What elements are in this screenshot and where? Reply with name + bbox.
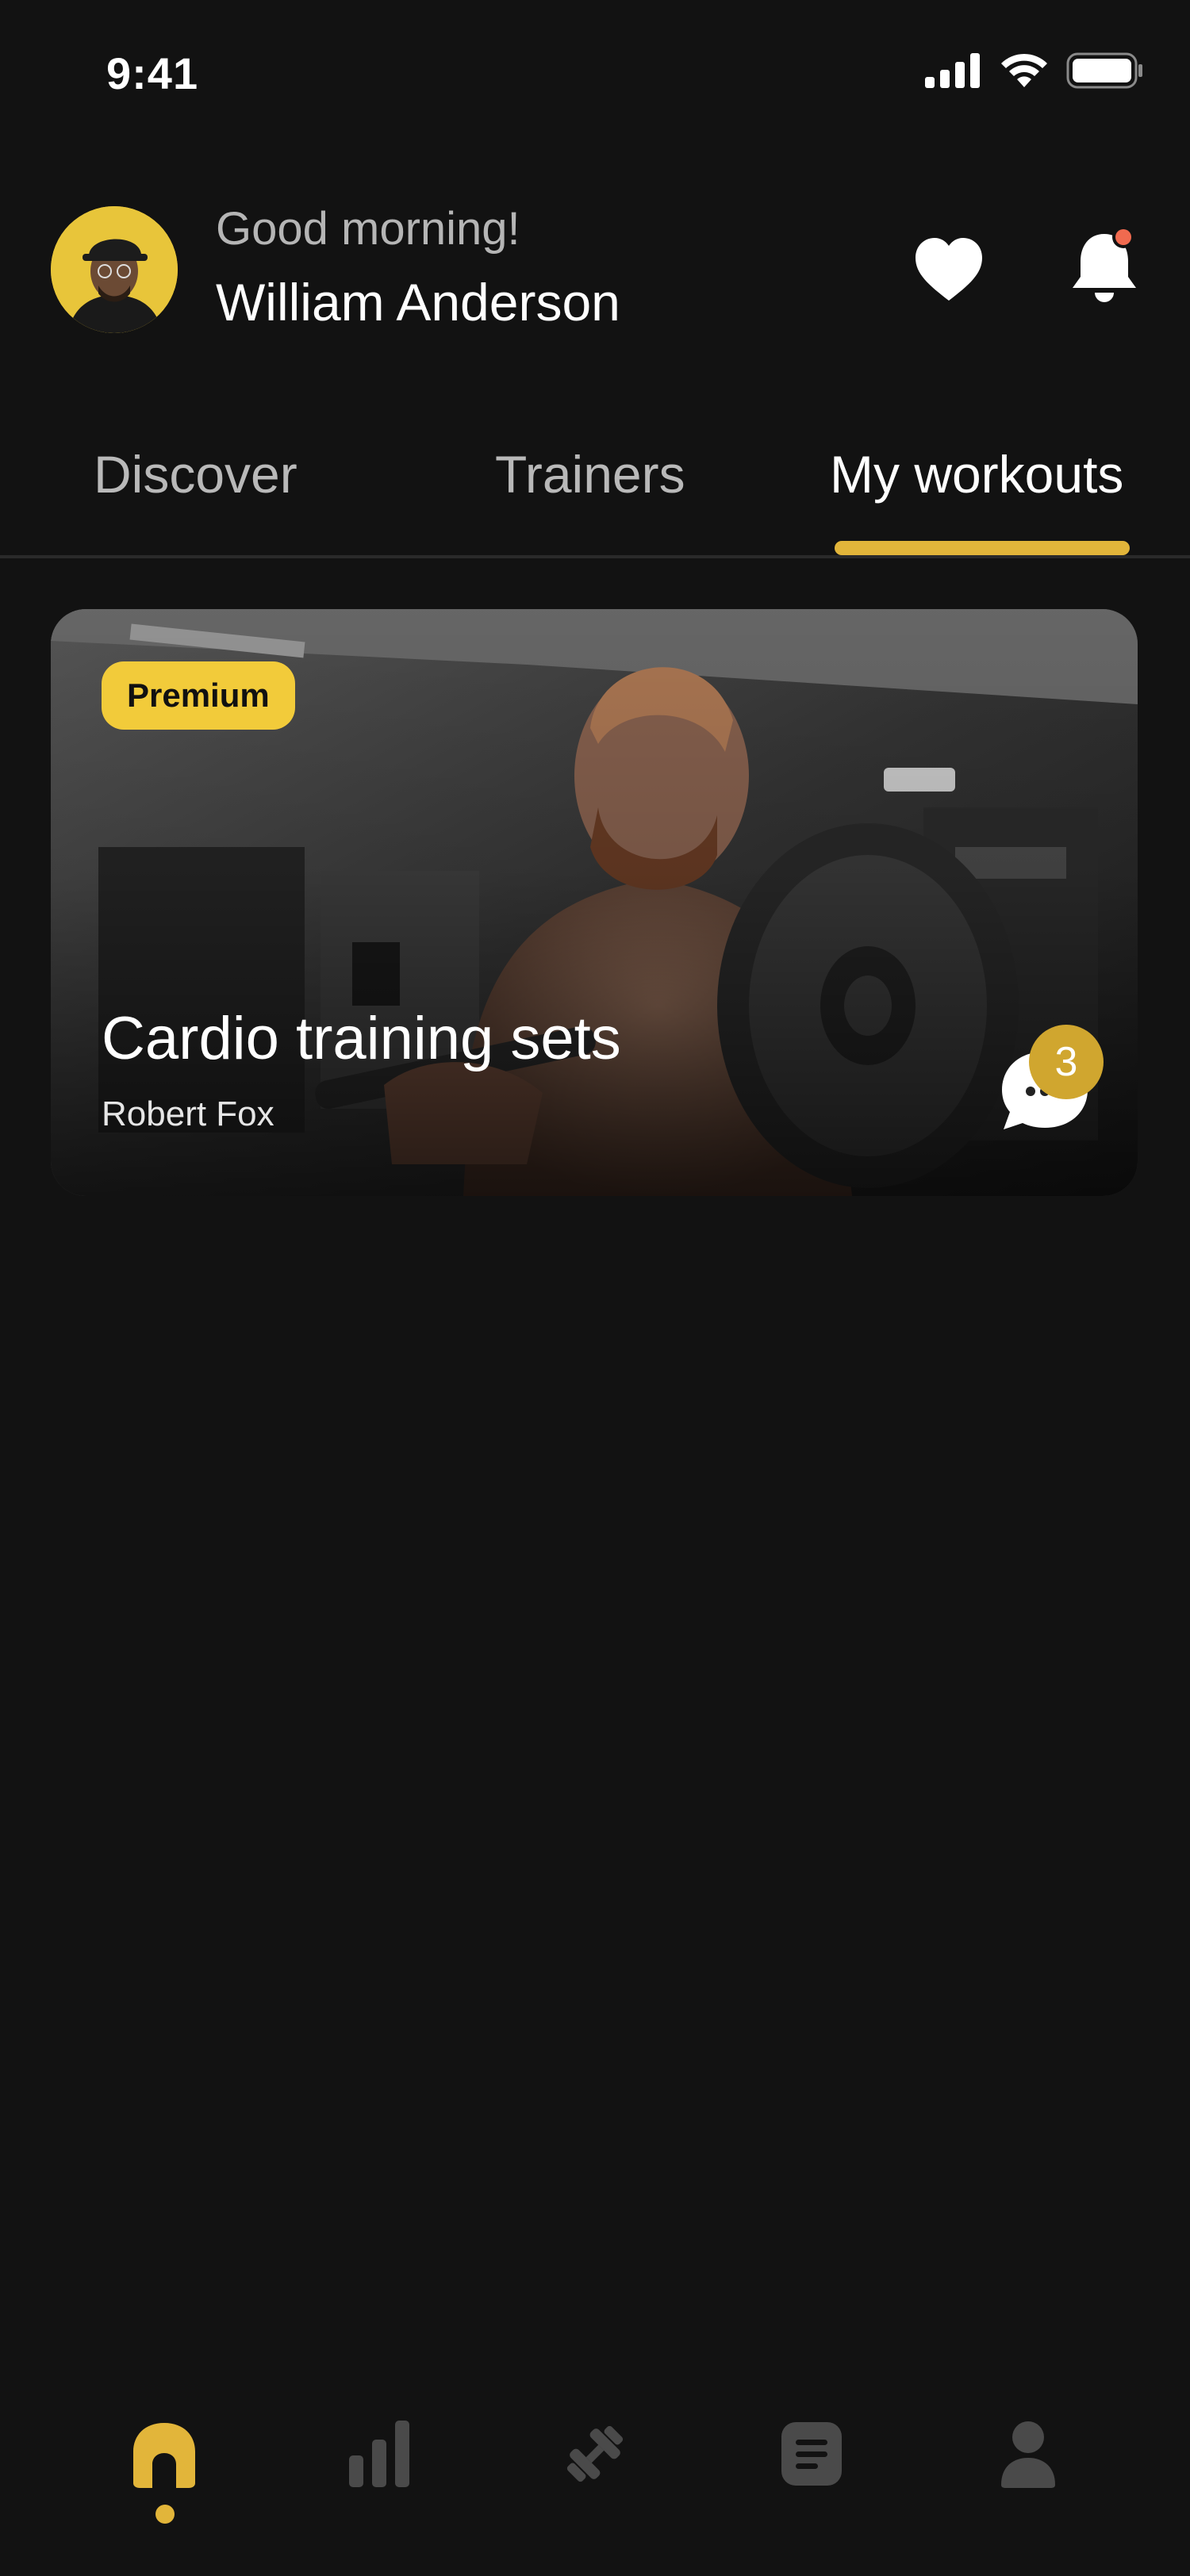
status-bar: 9:41 <box>0 0 1190 151</box>
dumbbell-icon <box>566 2425 624 2482</box>
nav-profile[interactable] <box>988 2414 1068 2494</box>
notifications-button[interactable] <box>1065 226 1144 309</box>
status-icons <box>925 52 1144 89</box>
premium-badge: Premium <box>102 661 295 730</box>
greeting-text: Good morning! <box>216 203 520 255</box>
workout-title: Cardio training sets <box>102 1005 621 1072</box>
trainer-name: Robert Fox <box>102 1094 274 1133</box>
bell-icon <box>1073 226 1136 302</box>
bottom-nav <box>0 2387 1190 2576</box>
active-nav-dot <box>155 2505 175 2524</box>
cellular-signal-icon <box>925 53 980 88</box>
stats-icon <box>349 2421 409 2487</box>
header: Good morning! William Anderson <box>0 202 1190 337</box>
notification-dot <box>1115 229 1131 245</box>
workout-card[interactable]: Premium Cardio training sets Robert Fox … <box>51 609 1138 1196</box>
active-tab-indicator <box>835 541 1130 555</box>
document-icon <box>781 2422 842 2486</box>
avatar-portrait <box>51 206 178 333</box>
battery-icon <box>1066 52 1142 89</box>
nav-workouts[interactable] <box>555 2414 635 2494</box>
tab-trainers[interactable]: Trainers <box>495 444 685 504</box>
tab-bar: Discover Trainers My workouts <box>0 444 1190 558</box>
favorites-button[interactable] <box>912 234 985 307</box>
message-count-badge: 3 <box>1029 1025 1104 1099</box>
tab-my-workouts[interactable]: My workouts <box>830 444 1123 504</box>
nav-stats[interactable] <box>340 2414 419 2494</box>
avatar[interactable] <box>51 206 178 333</box>
tab-discover[interactable]: Discover <box>94 444 298 504</box>
home-icon <box>133 2423 195 2488</box>
heart-icon <box>916 238 982 301</box>
wifi-icon <box>1001 53 1047 87</box>
user-name: William Anderson <box>216 273 620 332</box>
nav-home[interactable] <box>125 2414 204 2494</box>
nav-notes[interactable] <box>772 2414 851 2494</box>
status-time: 9:41 <box>106 48 199 98</box>
profile-icon <box>1001 2421 1055 2488</box>
